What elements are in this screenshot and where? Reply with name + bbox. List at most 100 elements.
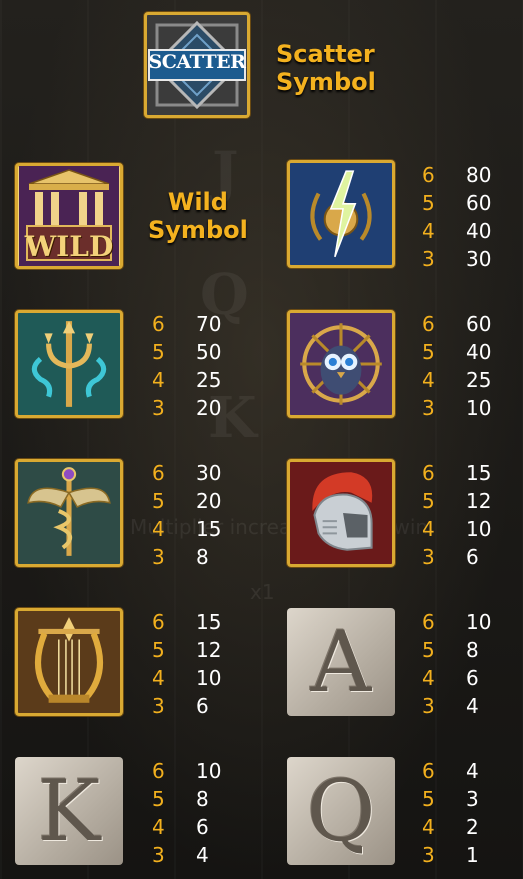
lightning-paytable: 6 80 5 60 4 40 3 30 bbox=[422, 160, 512, 280]
letter-a-glyph: A bbox=[310, 613, 372, 711]
letter-q-symbol: Q bbox=[287, 757, 395, 865]
pay-value: 50 bbox=[196, 340, 222, 364]
pay-value: 6 bbox=[196, 694, 209, 718]
letter-a-paytable: 6 10 5 8 4 6 3 4 bbox=[422, 607, 512, 727]
pay-count: 4 bbox=[152, 368, 165, 392]
pay-value: 8 bbox=[466, 638, 479, 662]
pay-value: 8 bbox=[196, 787, 209, 811]
pay-count: 3 bbox=[422, 843, 435, 867]
pay-count: 5 bbox=[152, 340, 165, 364]
pay-count: 3 bbox=[152, 396, 165, 420]
pay-value: 1 bbox=[466, 843, 479, 867]
pay-value: 40 bbox=[466, 219, 492, 243]
helmet-symbol bbox=[287, 459, 395, 567]
pay-value: 6 bbox=[466, 545, 479, 569]
owl-paytable: 6 60 5 40 4 25 3 10 bbox=[422, 309, 512, 429]
helmet-paytable: 6 15 5 12 4 10 3 6 bbox=[422, 458, 512, 578]
trident-symbol bbox=[15, 310, 123, 418]
pay-count: 6 bbox=[152, 610, 165, 634]
wild-label: Wild Symbol bbox=[148, 188, 248, 244]
letter-q-paytable: 6 4 5 3 4 2 3 1 bbox=[422, 756, 512, 876]
pay-value: 12 bbox=[466, 489, 492, 513]
trident-paytable: 6 70 5 50 4 25 3 20 bbox=[152, 309, 242, 429]
letter-k-symbol: K bbox=[15, 757, 123, 865]
pay-value: 60 bbox=[466, 312, 492, 336]
pay-count: 6 bbox=[422, 610, 435, 634]
pay-count: 4 bbox=[422, 368, 435, 392]
letter-q-glyph: Q bbox=[306, 762, 376, 860]
pay-value: 30 bbox=[466, 247, 492, 271]
pay-count: 4 bbox=[422, 815, 435, 839]
wild-label-line1: Wild bbox=[167, 188, 228, 216]
pay-value: 80 bbox=[466, 163, 492, 187]
pay-value: 25 bbox=[466, 368, 492, 392]
pay-value: 15 bbox=[196, 610, 222, 634]
pay-value: 8 bbox=[196, 545, 209, 569]
pay-count: 3 bbox=[422, 545, 435, 569]
lyre-symbol bbox=[15, 608, 123, 716]
pay-value: 70 bbox=[196, 312, 222, 336]
pay-value: 2 bbox=[466, 815, 479, 839]
pay-value: 15 bbox=[196, 517, 222, 541]
pay-count: 6 bbox=[152, 312, 165, 336]
pay-count: 6 bbox=[152, 461, 165, 485]
pay-count: 6 bbox=[422, 759, 435, 783]
wild-label-line2: Symbol bbox=[148, 216, 248, 244]
pay-count: 5 bbox=[422, 787, 435, 811]
pay-count: 5 bbox=[152, 787, 165, 811]
pay-count: 6 bbox=[422, 163, 435, 187]
lightning-symbol bbox=[287, 160, 395, 268]
pay-count: 3 bbox=[422, 694, 435, 718]
pay-count: 3 bbox=[152, 843, 165, 867]
scatter-badge-text: SCATTER bbox=[148, 51, 246, 73]
pay-value: 6 bbox=[196, 815, 209, 839]
pay-count: 3 bbox=[422, 396, 435, 420]
owl-icon bbox=[290, 313, 392, 415]
scatter-label-line1: Scatter bbox=[276, 40, 375, 68]
wild-symbol: WILD bbox=[15, 163, 123, 269]
letter-a-symbol: A bbox=[287, 608, 395, 716]
bg-faded-text: x1 bbox=[250, 580, 275, 604]
caduceus-icon bbox=[18, 462, 120, 564]
lyre-paytable: 6 15 5 12 4 10 3 6 bbox=[152, 607, 242, 727]
pay-count: 4 bbox=[422, 219, 435, 243]
owl-symbol bbox=[287, 310, 395, 418]
pay-count: 5 bbox=[152, 489, 165, 513]
pay-value: 20 bbox=[196, 489, 222, 513]
letter-k-paytable: 6 10 5 8 4 6 3 4 bbox=[152, 756, 242, 876]
pay-count: 5 bbox=[422, 191, 435, 215]
game-background: J Q K Multiplier increases every win x1 bbox=[0, 0, 523, 879]
pay-count: 5 bbox=[422, 638, 435, 662]
pay-count: 4 bbox=[422, 666, 435, 690]
pay-count: 6 bbox=[152, 759, 165, 783]
pay-count: 4 bbox=[152, 815, 165, 839]
pay-value: 10 bbox=[196, 666, 222, 690]
pay-count: 5 bbox=[422, 489, 435, 513]
pay-value: 4 bbox=[466, 759, 479, 783]
scatter-label: Scatter Symbol bbox=[276, 40, 376, 96]
lyre-icon bbox=[18, 611, 120, 713]
pay-count: 4 bbox=[152, 666, 165, 690]
pay-count: 4 bbox=[152, 517, 165, 541]
letter-k-glyph: K bbox=[37, 762, 101, 860]
wild-badge-text: WILD bbox=[24, 230, 114, 263]
scatter-symbol: SCATTER bbox=[144, 12, 250, 118]
caduceus-symbol bbox=[15, 459, 123, 567]
pay-value: 25 bbox=[196, 368, 222, 392]
pay-value: 12 bbox=[196, 638, 222, 662]
pay-count: 3 bbox=[152, 694, 165, 718]
pay-value: 10 bbox=[466, 396, 492, 420]
pay-count: 3 bbox=[152, 545, 165, 569]
pay-value: 10 bbox=[196, 759, 222, 783]
scatter-label-line2: Symbol bbox=[276, 68, 376, 96]
spartan-helmet-icon bbox=[290, 462, 392, 564]
pay-value: 10 bbox=[466, 517, 492, 541]
pay-value: 4 bbox=[466, 694, 479, 718]
pay-value: 4 bbox=[196, 843, 209, 867]
pay-count: 5 bbox=[152, 638, 165, 662]
pay-value: 6 bbox=[466, 666, 479, 690]
pay-count: 6 bbox=[422, 312, 435, 336]
lightning-laurel-icon bbox=[290, 163, 392, 265]
pay-count: 6 bbox=[422, 461, 435, 485]
pay-count: 5 bbox=[422, 340, 435, 364]
